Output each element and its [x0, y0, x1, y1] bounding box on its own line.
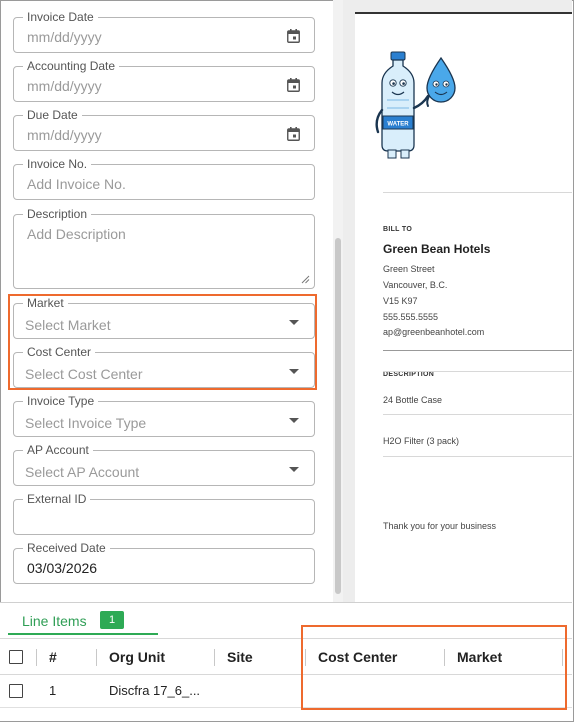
select-all-checkbox[interactable] [9, 650, 23, 664]
external-id-label: External ID [23, 492, 91, 506]
svg-text:WATER: WATER [387, 122, 409, 128]
item-divider [383, 414, 572, 415]
thank-you-note: Thank you for your business [383, 521, 497, 531]
invoice-type-select[interactable]: Invoice Type Select Invoice Type [13, 394, 315, 437]
form-scrollbar[interactable] [333, 0, 343, 602]
due-date-field[interactable]: Due Date mm/dd/yyyy [13, 108, 315, 151]
market-cost-center-highlight [8, 294, 317, 390]
row-checkbox[interactable] [9, 684, 23, 698]
calendar-icon[interactable] [287, 78, 300, 92]
invoice-form: Invoice Date mm/dd/yyyy Accounting Date … [0, 0, 330, 602]
due-date-label: Due Date [23, 108, 82, 122]
received-date-label: Received Date [23, 541, 110, 555]
column-header-org-unit[interactable]: Org Unit [109, 649, 165, 665]
accounting-date-placeholder[interactable]: mm/dd/yyyy [27, 78, 102, 94]
invoice-date-field[interactable]: Invoice Date mm/dd/yyyy [13, 10, 315, 53]
description-label: Description [23, 207, 92, 221]
calendar-icon[interactable] [287, 127, 300, 141]
calendar-icon[interactable] [287, 29, 300, 43]
invoice-type-placeholder[interactable]: Select Invoice Type [25, 415, 146, 431]
accounting-date-field[interactable]: Accounting Date mm/dd/yyyy [13, 59, 315, 102]
row-number: 1 [49, 683, 57, 698]
column-header-site[interactable]: Site [227, 649, 253, 665]
description-header-divider [383, 371, 572, 372]
bill-to-label: BILL TO [383, 226, 413, 233]
description-placeholder[interactable]: Add Description [27, 226, 126, 242]
chevron-down-icon[interactable] [289, 418, 299, 423]
due-date-placeholder[interactable]: mm/dd/yyyy [27, 127, 102, 143]
row-org-unit[interactable]: Discfra 17_6_... [109, 683, 200, 698]
description-header: DESCRIPTION [383, 371, 435, 378]
line-item-text: 24 Bottle Case [383, 395, 443, 405]
description-field[interactable]: Description Add Description [13, 207, 315, 289]
chevron-down-icon[interactable] [289, 467, 299, 472]
column-separator[interactable] [214, 649, 215, 666]
ap-account-label: AP Account [23, 443, 93, 457]
tab-line-items[interactable]: Line Items 1 [8, 607, 158, 635]
invoice-date-placeholder[interactable]: mm/dd/yyyy [27, 29, 102, 45]
header-divider [383, 192, 572, 193]
invoice-no-field[interactable]: Invoice No. Add Invoice No. [13, 157, 315, 200]
line-item-text: H2O Filter (3 pack) [383, 436, 460, 446]
cost-center-market-columns-highlight [301, 625, 567, 710]
item-divider [383, 456, 572, 457]
received-date-field[interactable]: Received Date 03/03/2026 [13, 541, 315, 584]
invoice-no-placeholder[interactable]: Add Invoice No. [27, 176, 126, 192]
form-scrollbar-thumb[interactable] [335, 238, 341, 594]
tab-line-items-label[interactable]: Line Items [22, 613, 87, 629]
address-line: Green Street [383, 264, 435, 274]
ap-account-placeholder[interactable]: Select AP Account [25, 464, 139, 480]
address-line: 555.555.5555 [383, 312, 439, 322]
ap-account-select[interactable]: AP Account Select AP Account [13, 443, 315, 486]
column-separator[interactable] [36, 649, 37, 666]
resize-grip-icon[interactable] [301, 275, 310, 284]
water-bottle-logo-icon: WATER [375, 51, 456, 159]
address-line: ap@greenbeanhotel.com [383, 327, 485, 337]
invoice-preview: WATER BILL TO Green Bean Hotels Green St… [343, 0, 572, 602]
invoice-date-label: Invoice Date [23, 10, 98, 24]
invoice-type-label: Invoice Type [23, 394, 99, 408]
address-line: Vancouver, B.C. [383, 280, 448, 290]
description-top-divider [383, 350, 572, 351]
address-line: V15 K97 [383, 296, 418, 306]
column-header-number[interactable]: # [49, 649, 57, 665]
line-items-count-badge: 1 [100, 611, 124, 629]
received-date-value[interactable]: 03/03/2026 [27, 560, 97, 576]
accounting-date-label: Accounting Date [23, 59, 120, 73]
active-tab-indicator [8, 633, 158, 635]
invoice-document: WATER BILL TO Green Bean Hotels Green St… [355, 12, 572, 602]
external-id-field[interactable]: External ID [13, 492, 315, 535]
bill-to-name: Green Bean Hotels [383, 242, 491, 256]
column-separator[interactable] [96, 649, 97, 666]
invoice-no-label: Invoice No. [23, 157, 92, 171]
